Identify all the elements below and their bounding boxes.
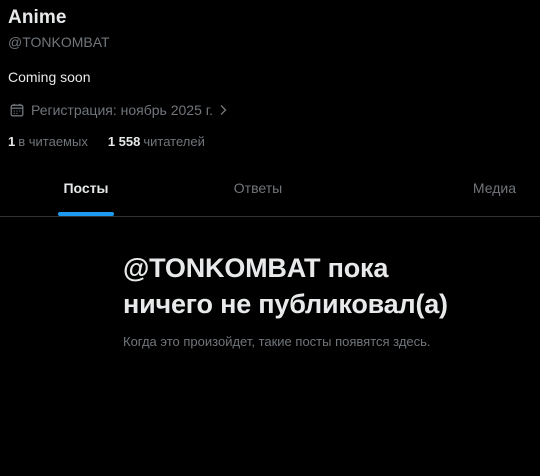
tab-posts-label: Посты	[63, 180, 109, 196]
follow-stats: 1 в читаемых 1 558 читателей	[8, 133, 532, 150]
following-count: 1	[8, 134, 16, 149]
profile-header: Anime @TONKOMBAT Coming soon Регистрация…	[8, 6, 532, 150]
user-bio: Coming soon	[8, 69, 91, 85]
tab-posts[interactable]: Посты	[0, 160, 172, 216]
tab-media[interactable]: Медиа	[344, 160, 540, 216]
tab-replies[interactable]: Ответы	[172, 160, 344, 216]
join-date-row[interactable]: Регистрация: ноябрь 2025 г.	[8, 101, 532, 119]
active-tab-indicator	[58, 212, 114, 216]
join-date-text: Регистрация: ноябрь 2025 г.	[31, 102, 214, 118]
following-link[interactable]: 1 в читаемых	[8, 133, 88, 150]
profile-tabs: Посты Ответы Медиа	[0, 160, 540, 217]
user-handle: @TONKOMBAT	[8, 34, 110, 50]
tab-media-label: Медиа	[472, 180, 516, 196]
empty-state: @TONKOMBAT пока ничего не публиковал(а) …	[123, 250, 463, 351]
followers-link[interactable]: 1 558 читателей	[108, 133, 205, 150]
empty-state-title: @TONKOMBAT пока ничего не публиковал(а)	[123, 253, 448, 319]
followers-label: читателей	[143, 134, 205, 149]
display-name: Anime	[8, 7, 67, 28]
following-label: в читаемых	[18, 134, 88, 149]
chevron-right-icon	[217, 101, 229, 119]
calendar-icon	[8, 101, 25, 119]
followers-count: 1 558	[107, 134, 141, 149]
empty-state-subtitle: Когда это произойдет, такие посты появят…	[123, 334, 431, 349]
tab-replies-label: Ответы	[233, 180, 283, 196]
